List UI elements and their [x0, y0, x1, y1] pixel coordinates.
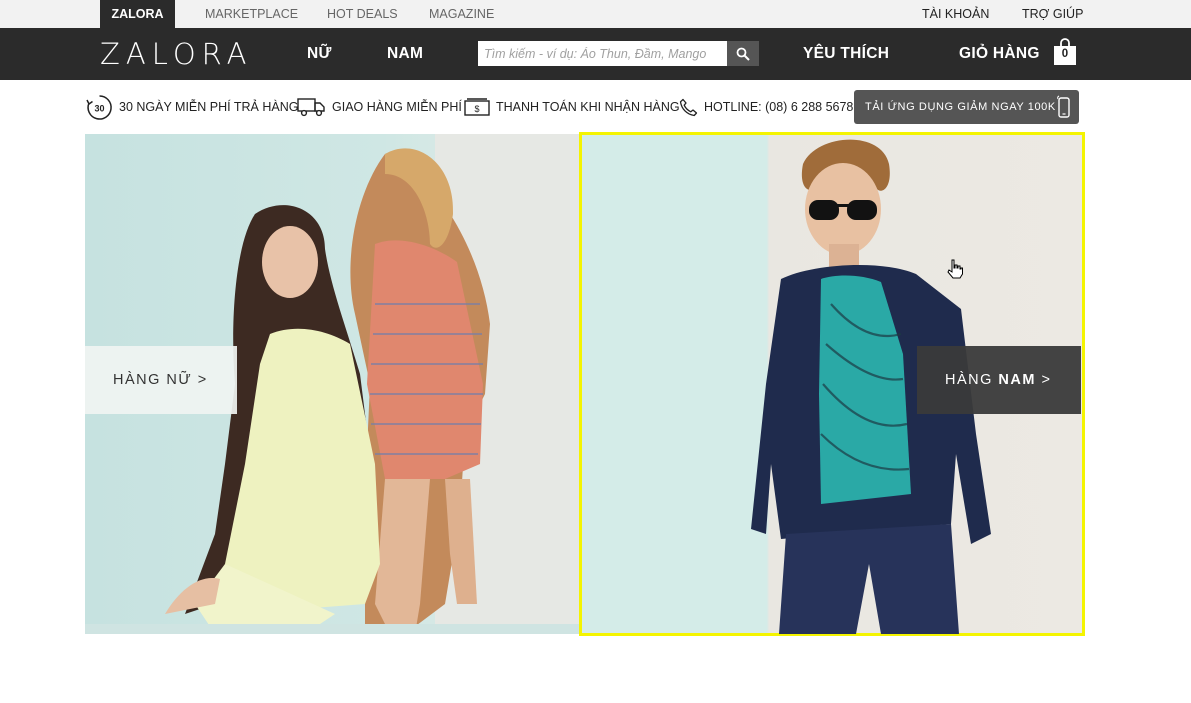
men-cta-suffix: > — [1035, 372, 1052, 388]
zalora-logo[interactable]: ZALORA — [100, 38, 252, 70]
app-promo-label: TẢI ỨNG DỤNG GIẢM NGAY 100K — [865, 101, 1056, 113]
men-banner[interactable]: HÀNG NAM > — [579, 132, 1085, 636]
favorites-link[interactable]: YÊU THÍCH — [803, 28, 889, 80]
svg-text:$: $ — [474, 104, 479, 114]
cod-label: THANH TOÁN KHI NHẬN HÀNG — [496, 100, 680, 114]
account-link[interactable]: TÀI KHOẢN — [922, 0, 989, 28]
return-badge-text: 30 — [94, 103, 104, 113]
help-link[interactable]: TRỢ GIÚP — [1022, 0, 1083, 28]
phone-icon — [679, 98, 698, 117]
truck-icon — [297, 97, 326, 117]
usp-shipping: GIAO HÀNG MIỄN PHÍ — [297, 91, 462, 123]
cart-link[interactable]: GIỎ HÀNG — [959, 28, 1040, 80]
app-download-button[interactable]: TẢI ỨNG DỤNG GIẢM NGAY 100K — [854, 90, 1079, 124]
search-icon — [736, 47, 750, 61]
tab-zalora[interactable]: ZALORA — [100, 0, 175, 28]
tab-hot-deals[interactable]: HOT DEALS — [327, 0, 398, 28]
return-30-icon: 30 — [86, 94, 113, 121]
tab-magazine[interactable]: MAGAZINE — [429, 0, 494, 28]
tab-marketplace[interactable]: MARKETPLACE — [205, 0, 298, 28]
usp-returns: 30 30 NGÀY MIỄN PHÍ TRẢ HÀNG — [86, 91, 298, 123]
men-cta-bold: NAM — [998, 372, 1036, 388]
cart-count: 0 — [1061, 48, 1069, 60]
mobile-phone-icon — [1057, 95, 1070, 118]
usp-hotline[interactable]: HOTLINE: (08) 6 288 5678 — [679, 91, 853, 123]
top-utility-bar: ZALORA MARKETPLACE HOT DEALS MAGAZINE TÀ… — [0, 0, 1191, 28]
search-button[interactable] — [727, 41, 759, 66]
women-banner[interactable]: HÀNG NỮ > — [85, 134, 581, 634]
hand-cursor-icon — [947, 259, 963, 279]
men-cta-prefix: HÀNG — [945, 372, 999, 388]
shipping-label: GIAO HÀNG MIỄN PHÍ — [332, 100, 462, 114]
returns-label: 30 NGÀY MIỄN PHÍ TRẢ HÀNG — [119, 100, 299, 114]
usp-cod: $ THANH TOÁN KHI NHẬN HÀNG — [464, 91, 680, 123]
men-cta-button[interactable]: HÀNG NAM > — [917, 346, 1081, 414]
cash-icon: $ — [464, 98, 490, 116]
women-cta-button[interactable]: HÀNG NỮ > — [85, 346, 237, 414]
main-header: ZALORA NỮ NAM YÊU THÍCH GIỎ HÀNG 0 — [0, 28, 1191, 80]
nav-men[interactable]: NAM — [387, 28, 423, 80]
search-input[interactable] — [478, 41, 727, 66]
nav-women[interactable]: NỮ — [307, 28, 332, 80]
hotline-label: HOTLINE: (08) 6 288 5678 — [704, 100, 854, 114]
